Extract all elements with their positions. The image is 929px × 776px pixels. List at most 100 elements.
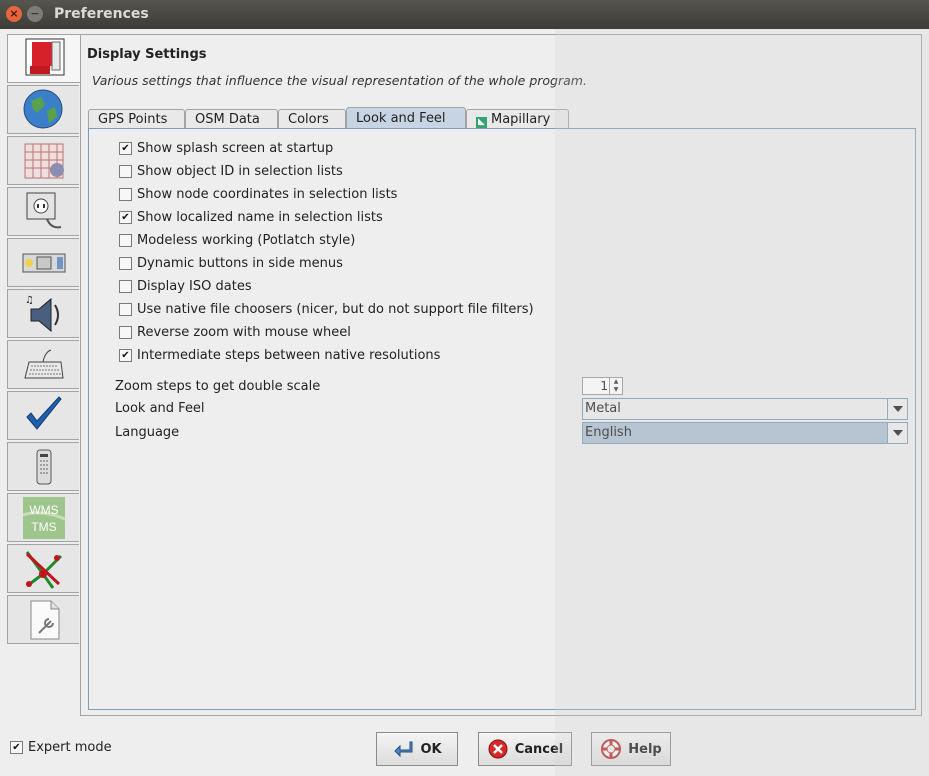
option-modeless-working[interactable]: Modeless working (Potlatch style) xyxy=(119,231,355,249)
tab-look-and-feel[interactable]: Look and Feel xyxy=(346,107,466,129)
option-show-node-coordinates[interactable]: Show node coordinates in selection lists xyxy=(119,185,397,203)
sidebar-item-validator[interactable] xyxy=(7,391,79,440)
sidebar-item-connection[interactable] xyxy=(7,85,79,134)
tab-label: Mapillary xyxy=(491,112,551,127)
sidebar-item-advanced[interactable] xyxy=(7,595,79,644)
sidebar-item-display[interactable] xyxy=(7,34,81,83)
option-show-object-id[interactable]: Show object ID in selection lists xyxy=(119,162,343,180)
spinner-buttons: ▲ ▼ xyxy=(609,378,622,394)
window-close-button[interactable]: × xyxy=(6,6,22,22)
sidebar-item-audio[interactable]: ♫ xyxy=(7,289,79,338)
checkbox[interactable] xyxy=(119,164,132,178)
checkbox-checked[interactable]: ✔ xyxy=(119,210,132,224)
tab-colors[interactable]: Colors xyxy=(278,109,346,129)
preferences-sidebar: ♫ WMS TMS xyxy=(7,34,81,646)
language-select[interactable]: English xyxy=(582,422,908,444)
sidebar-item-toolbar[interactable] xyxy=(7,238,79,287)
checkbox[interactable] xyxy=(119,302,132,316)
option-label: Show node coordinates in selection lists xyxy=(137,186,398,202)
plugin-icon xyxy=(26,192,61,228)
page-description: Various settings that influence the visu… xyxy=(92,73,587,88)
checkbox[interactable] xyxy=(119,187,132,201)
sidebar-item-projection[interactable] xyxy=(7,136,79,185)
tab-gps-points[interactable]: GPS Points xyxy=(88,109,185,129)
option-dynamic-buttons[interactable]: Dynamic buttons in side menus xyxy=(119,254,343,272)
look-and-feel-value: Metal xyxy=(585,401,621,416)
sidebar-item-shortcuts[interactable] xyxy=(7,340,79,389)
window-titlebar: × − Preferences xyxy=(0,0,929,29)
zoom-steps-spinner[interactable]: 1 ▲ ▼ xyxy=(582,377,623,395)
option-show-splash-screen[interactable]: ✔ Show splash screen at startup xyxy=(119,139,333,157)
window-title: Preferences xyxy=(54,6,149,22)
spinner-down-icon[interactable]: ▼ xyxy=(610,386,622,394)
checkbox[interactable] xyxy=(119,233,132,247)
wms-tms-icon: WMS TMS xyxy=(22,496,66,539)
sidebar-item-imagery[interactable]: WMS TMS xyxy=(7,493,79,542)
validator-checkmark-icon xyxy=(25,395,62,430)
cancel-button[interactable]: Cancel xyxy=(478,732,572,766)
checkbox-checked[interactable]: ✔ xyxy=(119,348,132,362)
tab-content-look-and-feel: ✔ Show splash screen at startup Show obj… xyxy=(88,128,916,710)
option-intermediate-steps[interactable]: ✔ Intermediate steps between native reso… xyxy=(119,346,440,364)
tab-label: GPS Points xyxy=(98,112,168,127)
option-label: Reverse zoom with mouse wheel xyxy=(137,324,351,340)
svg-text:♫: ♫ xyxy=(25,295,34,306)
option-label: Display ISO dates xyxy=(137,278,252,294)
toolbar-icon xyxy=(22,253,65,272)
sidebar-item-map-paint[interactable] xyxy=(7,544,79,593)
tab-mapillary[interactable]: ◣ Mapillary xyxy=(466,109,569,129)
option-label: Show object ID in selection lists xyxy=(137,163,343,179)
tab-label: OSM Data xyxy=(195,112,260,127)
checkbox[interactable] xyxy=(119,279,132,293)
chevron-down-icon[interactable] xyxy=(887,399,907,419)
keyboard-shortcut-icon xyxy=(23,349,64,378)
option-reverse-zoom[interactable]: Reverse zoom with mouse wheel xyxy=(119,323,351,341)
option-display-iso-dates[interactable]: Display ISO dates xyxy=(119,277,252,295)
option-label: Dynamic buttons in side menus xyxy=(137,255,343,271)
option-label: Use native file choosers (nicer, but do … xyxy=(137,301,534,317)
option-show-localized-name[interactable]: ✔ Show localized name in selection lists xyxy=(119,208,383,226)
globe-icon xyxy=(23,89,62,128)
option-label: Show localized name in selection lists xyxy=(137,209,383,225)
page-title: Display Settings xyxy=(87,47,207,62)
help-button[interactable]: Help xyxy=(591,732,671,766)
window-minimize-button[interactable]: − xyxy=(27,6,43,22)
settings-panel: Display Settings Various settings that i… xyxy=(80,34,922,716)
language-label: Language xyxy=(115,425,180,440)
expert-mode-label: Expert mode xyxy=(28,740,112,755)
display-icon xyxy=(25,38,64,75)
expert-mode-toggle[interactable]: ✔ Expert mode xyxy=(10,740,112,755)
tab-osm-data[interactable]: OSM Data xyxy=(185,109,278,129)
option-native-file-choosers[interactable]: Use native file choosers (nicer, but do … xyxy=(119,300,534,318)
wms-label: WMS xyxy=(29,503,58,517)
tab-label: Colors xyxy=(288,112,329,127)
checkbox[interactable] xyxy=(119,256,132,270)
audio-icon: ♫ xyxy=(25,295,59,332)
sidebar-item-remote-control[interactable] xyxy=(7,442,79,491)
checkbox[interactable] xyxy=(119,325,132,339)
checkbox-checked[interactable]: ✔ xyxy=(10,741,23,754)
option-label: Modeless working (Potlatch style) xyxy=(137,232,356,248)
advanced-settings-icon xyxy=(30,600,59,639)
ok-label: OK xyxy=(420,741,442,757)
spinner-up-icon[interactable]: ▲ xyxy=(610,378,622,386)
mapillary-icon: ◣ xyxy=(476,117,487,128)
cancel-icon xyxy=(488,739,508,759)
ok-button[interactable]: OK xyxy=(376,732,458,766)
ok-arrow-icon xyxy=(394,741,413,758)
chevron-down-icon[interactable] xyxy=(887,423,907,443)
language-value: English xyxy=(585,425,632,440)
remote-control-icon xyxy=(36,449,51,484)
map-paint-icon xyxy=(25,550,62,589)
sidebar-item-plugins[interactable] xyxy=(7,187,79,236)
cancel-label: Cancel xyxy=(514,741,564,757)
option-label: Intermediate steps between native resolu… xyxy=(137,347,441,363)
zoom-steps-label: Zoom steps to get double scale xyxy=(115,379,321,394)
checkbox-checked[interactable]: ✔ xyxy=(119,141,132,155)
look-and-feel-select[interactable]: Metal xyxy=(582,398,908,420)
look-and-feel-label: Look and Feel xyxy=(115,401,205,416)
help-label: Help xyxy=(628,741,662,757)
help-lifebuoy-icon xyxy=(601,739,622,759)
option-label: Show splash screen at startup xyxy=(137,140,334,156)
tab-label: Look and Feel xyxy=(356,111,446,126)
